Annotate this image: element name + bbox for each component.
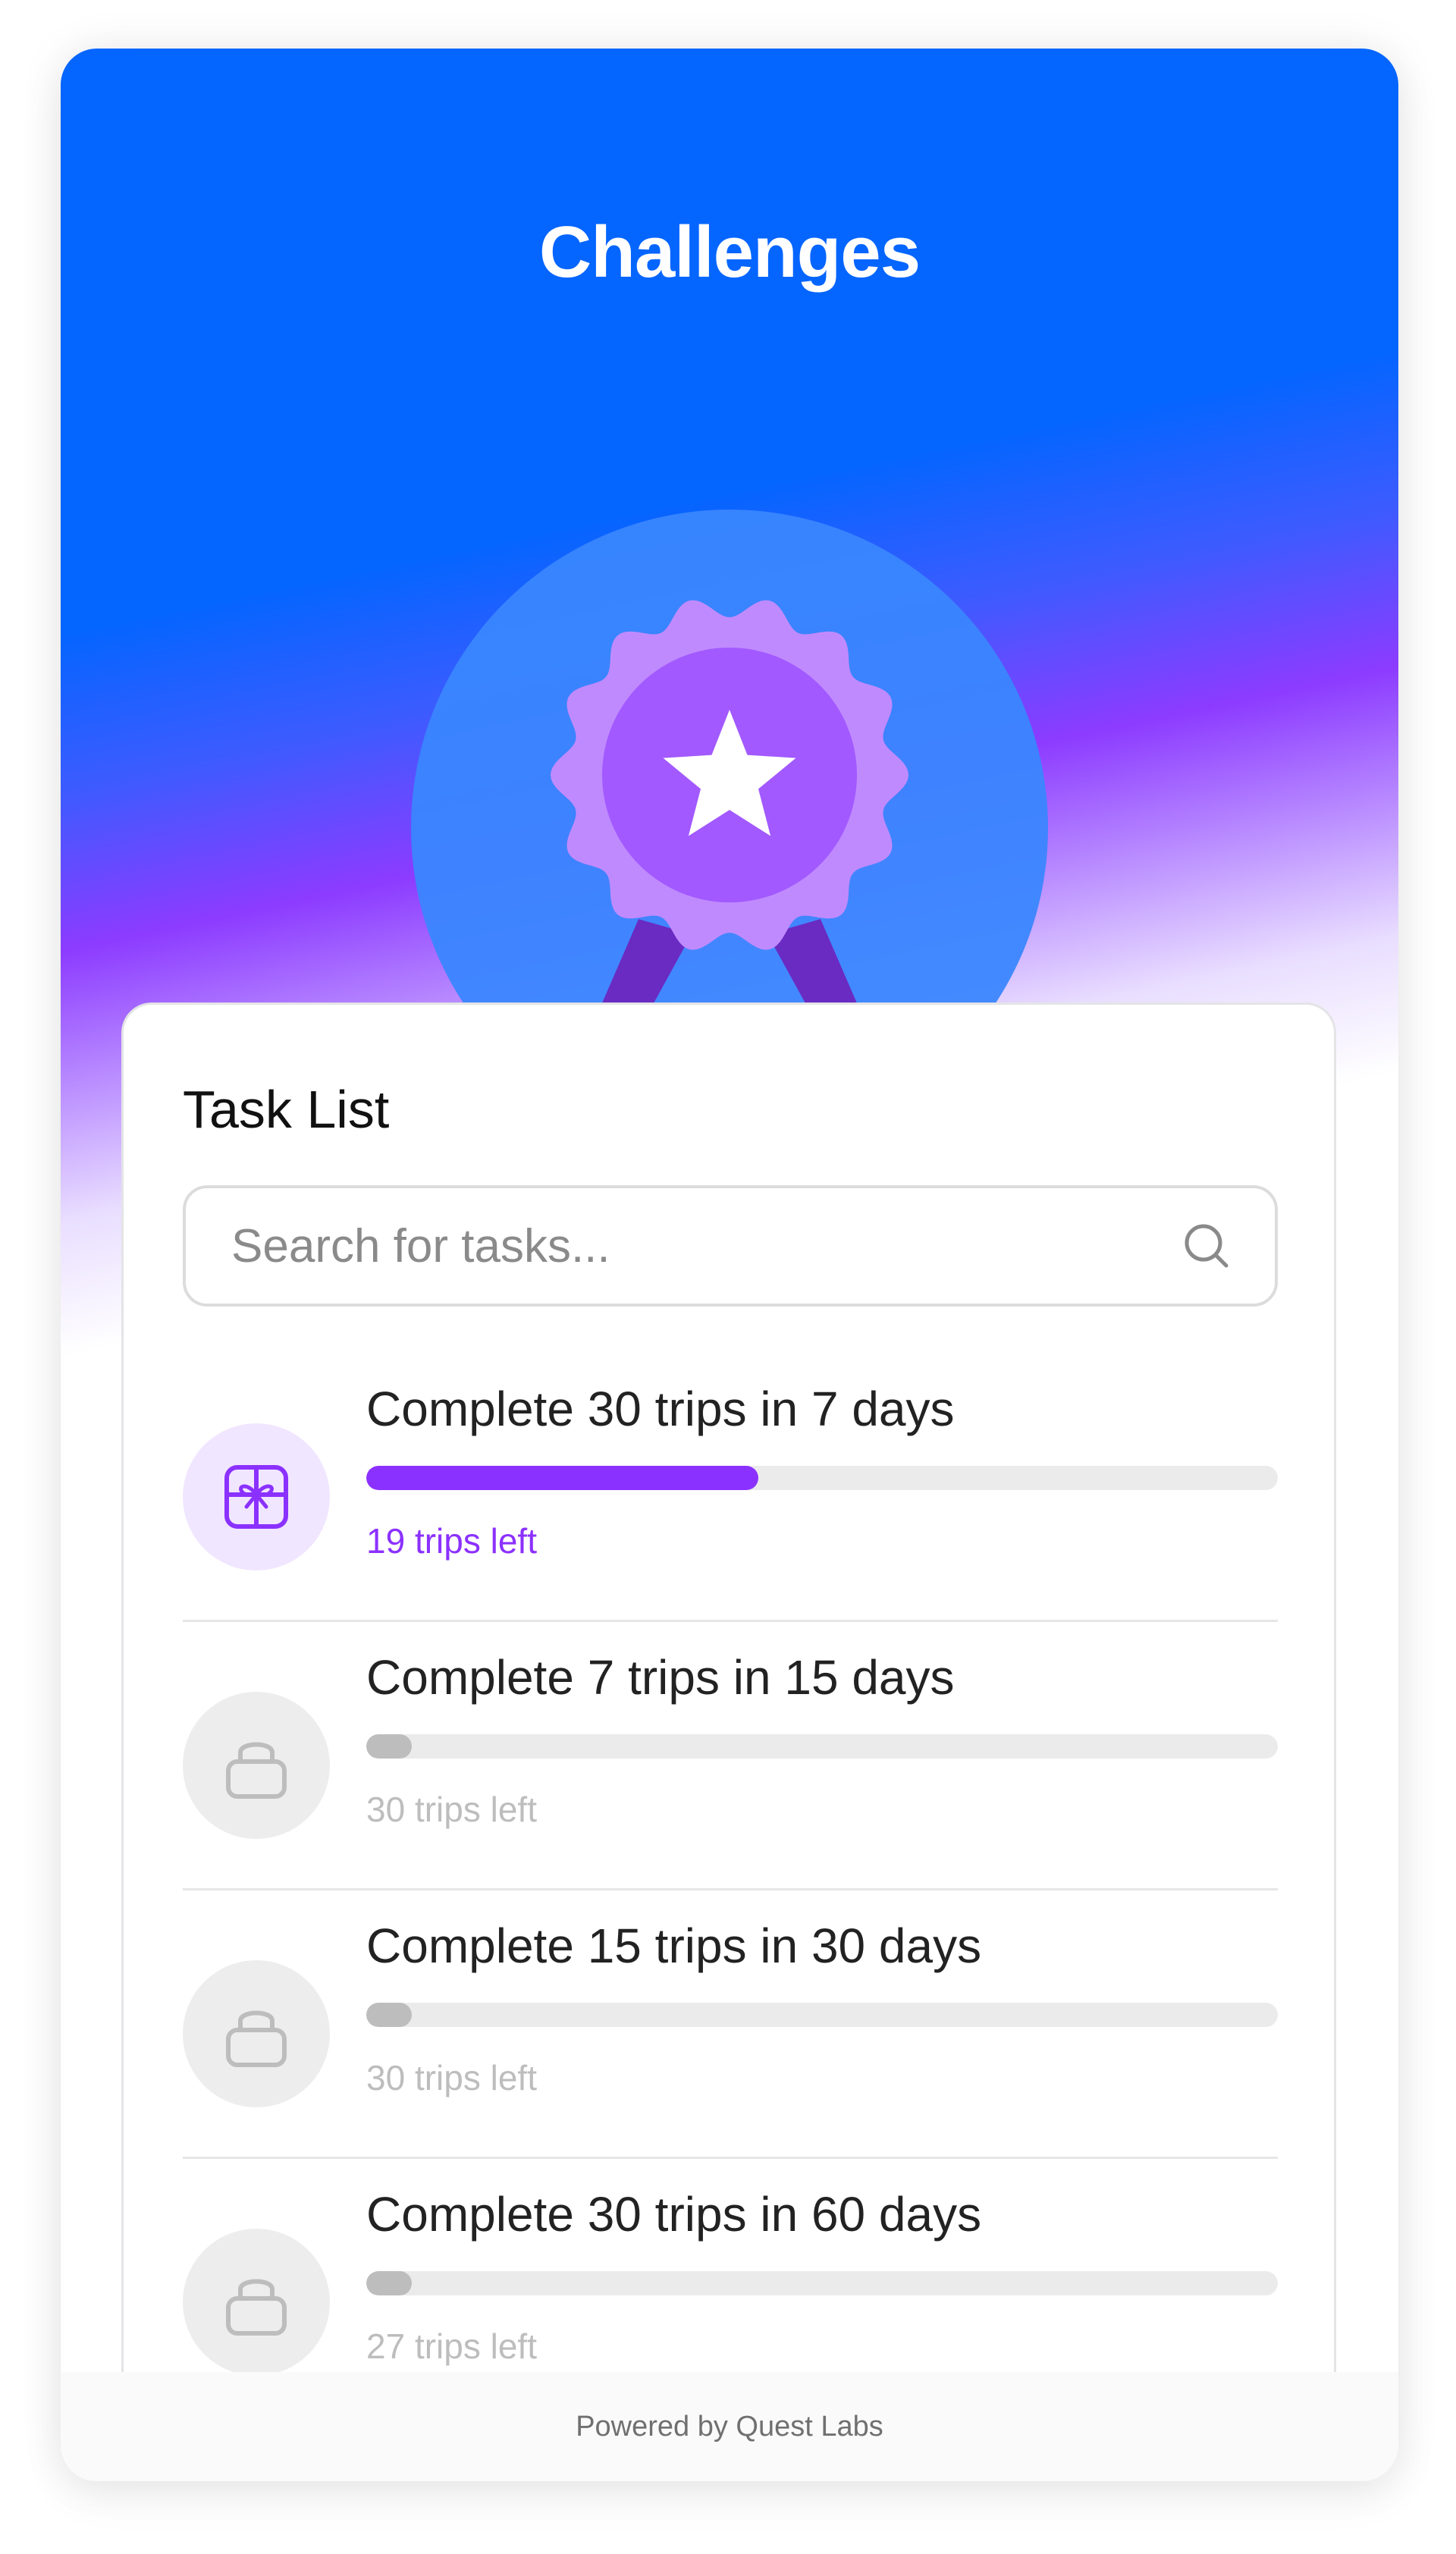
task-avatar — [183, 1960, 330, 2107]
search-icon[interactable] — [1182, 1222, 1231, 1270]
task-status: 19 trips left — [366, 1521, 537, 1561]
page-title: Challenges — [538, 212, 921, 293]
search-box[interactable] — [183, 1185, 1278, 1307]
task-status: 27 trips left — [366, 2327, 537, 2366]
footer-text: Powered by Quest Labs — [576, 2410, 883, 2443]
lock-icon — [226, 1742, 287, 1799]
task-item[interactable]: Complete 15 trips in 30 days 30 trips le… — [183, 1890, 1278, 2159]
task-progress-bar — [366, 1734, 1278, 1759]
task-avatar — [183, 1423, 330, 1570]
task-title: Complete 30 trips in 60 days — [366, 2187, 982, 2242]
task-title: Complete 30 trips in 7 days — [366, 1382, 955, 1436]
task-progress-bar — [366, 1466, 1278, 1490]
task-status: 30 trips left — [366, 1790, 537, 1829]
gift-icon — [224, 1465, 288, 1529]
lock-icon — [226, 2010, 287, 2067]
task-list-title: Task List — [183, 1080, 390, 1139]
task-title: Complete 15 trips in 30 days — [366, 1919, 982, 1973]
lock-icon — [226, 2279, 287, 2336]
task-status: 30 trips left — [366, 2058, 537, 2097]
task-progress-fill — [366, 1734, 413, 1759]
task-progress-fill — [366, 2271, 413, 2295]
task-progress-fill — [366, 1466, 758, 1490]
challenges-widget: Challenges Task List Search for tasks...… — [61, 49, 1398, 2481]
footer: Powered by Quest Labs — [61, 2372, 1398, 2481]
task-avatar — [183, 1692, 330, 1839]
task-item[interactable]: Complete 7 trips in 15 days 30 trips lef… — [183, 1622, 1278, 1890]
task-progress-bar — [366, 2003, 1278, 2027]
task-item[interactable]: Complete 30 trips in 7 days 19 trips lef… — [183, 1354, 1278, 1622]
task-progress-fill — [366, 2003, 413, 2027]
task-progress-bar — [366, 2271, 1278, 2295]
award-ribbon-star-icon — [411, 510, 1048, 1147]
task-avatar — [183, 2229, 330, 2376]
task-title: Complete 7 trips in 15 days — [366, 1650, 955, 1705]
search-input[interactable] — [231, 1188, 1141, 1304]
task-list-card: Task List Complete 30 trips in 7 da — [121, 1002, 1336, 2481]
